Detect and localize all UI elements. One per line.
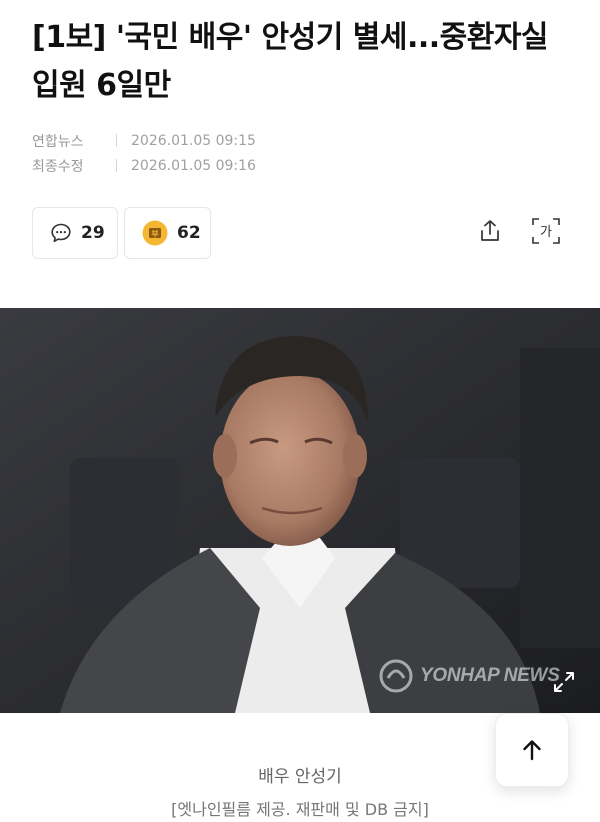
share-button[interactable] [472,213,508,249]
modified-time: 2026.01.05 09:16 [131,157,256,174]
reaction-count: 62 [177,223,201,243]
photo-credit: [엣나인필름 제공. 재판매 및 DB 금지] [171,800,429,819]
article-meta: 연합뉴스 2026.01.05 09:15 최종수정 2026.01.05 09… [32,128,256,178]
watermark-text: YONHAP NEWS [420,665,560,686]
reaction-emoji-icon: 부 [141,219,169,247]
yonhap-watermark: YONHAP NEWS [378,658,560,694]
source-label: 연합뉴스 [32,133,84,150]
modified-row: 최종수정 2026.01.05 09:16 [32,153,256,178]
article-photo: YONHAP NEWS [0,308,600,713]
share-icon [481,220,499,241]
arrow-up-icon [523,740,541,761]
published-time: 2026.01.05 09:15 [131,132,256,149]
font-size-icon: 가 [532,218,560,244]
meta-divider [116,159,117,172]
article-headline: [1보] '국민 배우' 안성기 별세...중환자실 입원 6일만 [32,20,549,103]
modified-label: 최종수정 [32,158,84,175]
reaction-icon-glyph: 부 [151,230,159,239]
font-size-button[interactable]: 가 [528,213,564,249]
expand-photo-button[interactable] [540,660,588,704]
comment-button[interactable]: 29 [32,207,118,259]
meta-divider [116,134,117,147]
expand-icon [554,672,574,692]
scroll-to-top-button[interactable] [495,713,569,787]
reaction-button[interactable]: 부 62 [124,207,211,259]
published-row: 연합뉴스 2026.01.05 09:15 [32,128,256,153]
comment-icon [49,221,73,245]
comment-count: 29 [81,223,105,243]
yonhap-logo-icon [379,659,413,693]
font-size-glyph: 가 [540,225,552,240]
